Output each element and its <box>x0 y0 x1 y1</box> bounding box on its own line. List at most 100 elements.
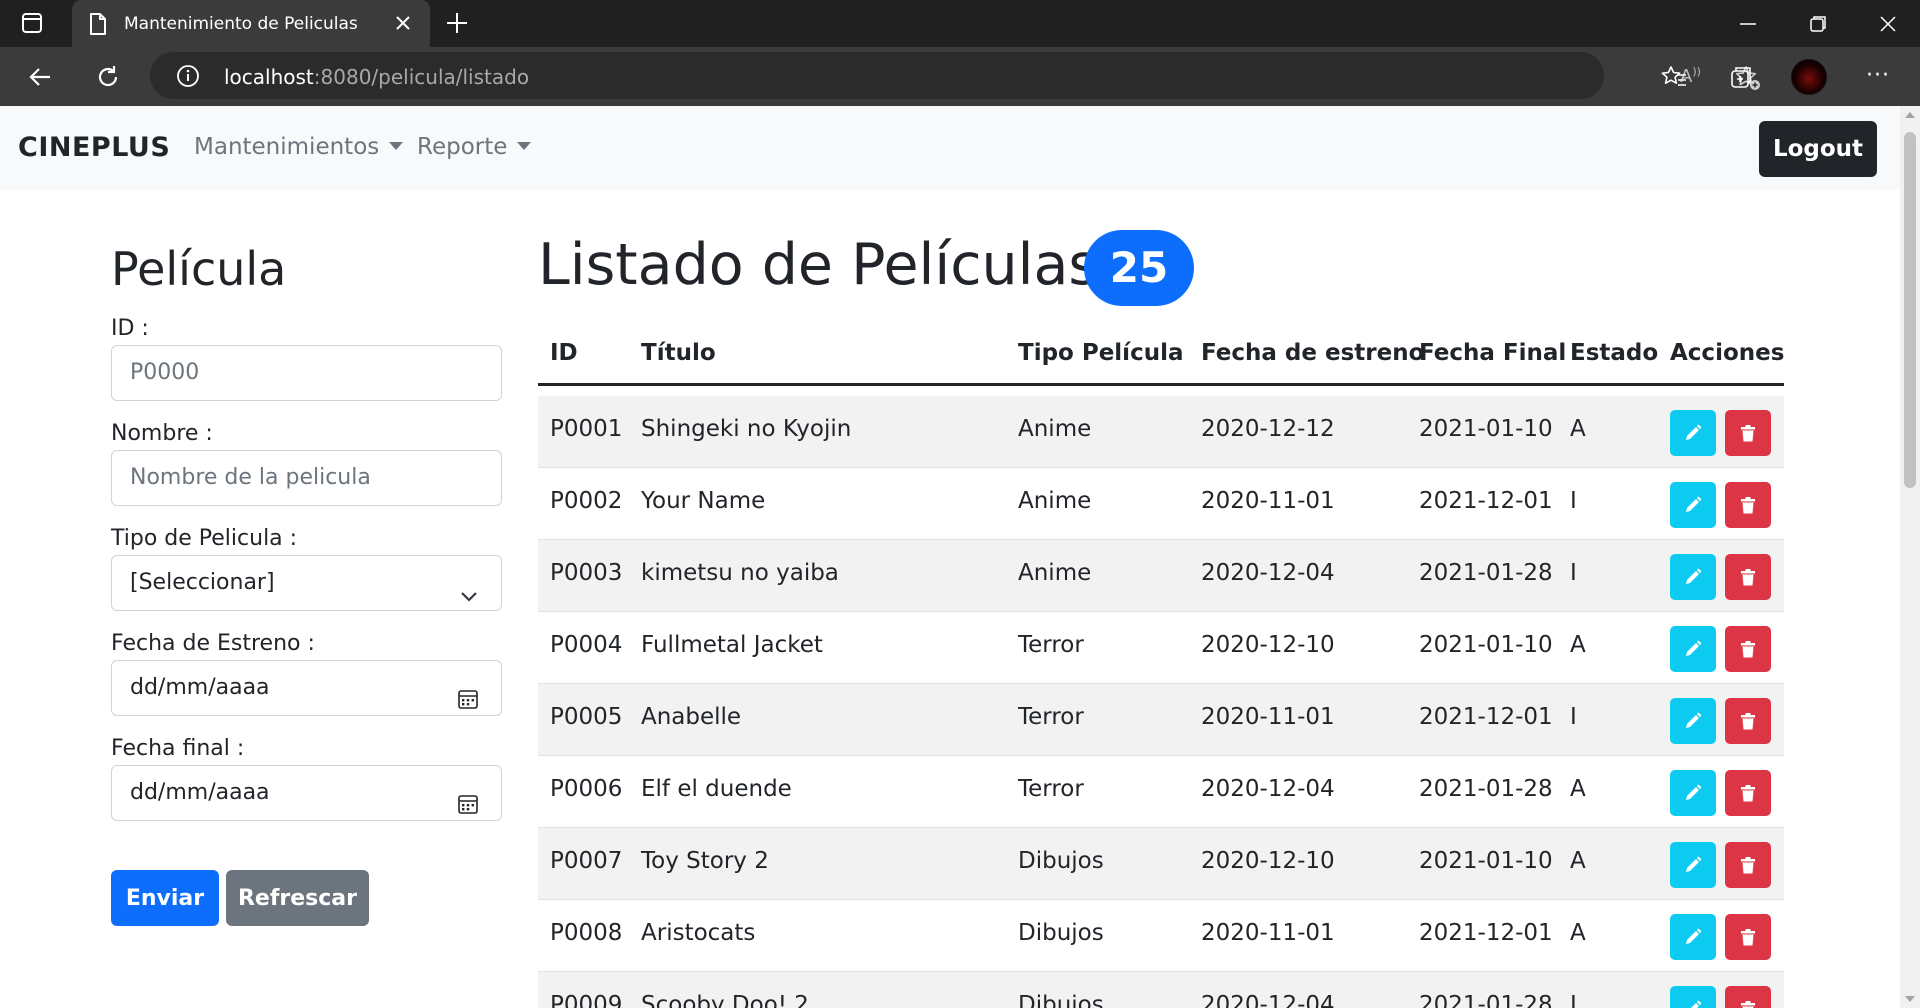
cell-id: P0005 <box>550 704 623 730</box>
header-final: Fecha Final <box>1419 340 1567 366</box>
calendar-icon[interactable] <box>457 677 479 731</box>
final-label: Fecha final : <box>111 736 245 761</box>
nombre-input[interactable]: Nombre de la pelicula <box>111 450 502 506</box>
edit-button[interactable] <box>1670 626 1716 672</box>
tab-actions-icon[interactable] <box>20 11 52 37</box>
window-close-icon[interactable] <box>1877 13 1899 39</box>
delete-button[interactable] <box>1725 626 1771 672</box>
delete-button[interactable] <box>1725 986 1771 1008</box>
collections-icon[interactable] <box>1726 63 1754 95</box>
url-host: localhost <box>224 65 314 89</box>
cell-id: P0001 <box>550 416 623 442</box>
cell-id: P0009 <box>550 992 623 1008</box>
cell-estreno: 2020-12-10 <box>1201 848 1335 874</box>
tipo-select[interactable]: [Seleccionar] <box>111 555 502 611</box>
site-info-icon[interactable] <box>176 64 200 92</box>
cell-id: P0004 <box>550 632 623 658</box>
pencil-icon <box>1686 856 1702 872</box>
profile-avatar[interactable] <box>1791 59 1827 95</box>
calendar-icon[interactable] <box>457 782 479 836</box>
edit-button[interactable] <box>1670 842 1716 888</box>
table-row: P0005 Anabelle Terror 2020-11-01 2021-12… <box>538 684 1784 756</box>
table-row: P0002 Your Name Anime 2020-11-01 2021-12… <box>538 468 1784 540</box>
submit-button[interactable]: Enviar <box>111 870 219 926</box>
page-viewport: CINEPLUS Mantenimientos Reporte Logout P… <box>0 106 1900 1008</box>
edit-button[interactable] <box>1670 914 1716 960</box>
new-tab-icon[interactable] <box>444 10 470 40</box>
header-titulo: Título <box>641 340 716 366</box>
more-options-icon[interactable]: ··· <box>1866 63 1890 88</box>
trash-icon <box>1741 497 1755 514</box>
tipo-label: Tipo de Pelicula : <box>111 526 298 551</box>
restore-icon[interactable] <box>1807 13 1829 39</box>
cell-final: 2021-01-28 <box>1419 992 1553 1008</box>
browser-tab[interactable]: Mantenimiento de Peliculas <box>72 0 430 47</box>
cell-tipo: Terror <box>1018 632 1084 658</box>
delete-button[interactable] <box>1725 914 1771 960</box>
delete-button[interactable] <box>1725 698 1771 744</box>
cell-estreno: 2020-12-12 <box>1201 416 1335 442</box>
reload-icon[interactable] <box>94 63 122 95</box>
edit-button[interactable] <box>1670 770 1716 816</box>
cell-estreno: 2020-12-10 <box>1201 632 1335 658</box>
brand-logo[interactable]: CINEPLUS <box>18 132 170 163</box>
menu-reporte[interactable]: Reporte <box>417 134 532 160</box>
estreno-date-input[interactable]: dd/mm/aaaa <box>111 660 502 716</box>
pencil-icon <box>1686 568 1702 584</box>
close-icon[interactable] <box>392 12 414 38</box>
table-row: P0008 Aristocats Dibujos 2020-11-01 2021… <box>538 900 1784 972</box>
cell-estreno: 2020-11-01 <box>1201 704 1335 730</box>
minimize-icon[interactable] <box>1737 13 1759 39</box>
cell-estreno: 2020-11-01 <box>1201 920 1335 946</box>
edit-button[interactable] <box>1670 410 1716 456</box>
cell-final: 2021-01-10 <box>1419 848 1553 874</box>
cell-final: 2021-12-01 <box>1419 920 1553 946</box>
trash-icon <box>1741 569 1755 586</box>
header-tipo: Tipo Película <box>1018 340 1184 366</box>
cell-final: 2021-12-01 <box>1419 488 1553 514</box>
cell-estado: I <box>1570 704 1577 730</box>
id-input[interactable]: P0000 <box>111 345 502 401</box>
cell-final: 2021-01-28 <box>1419 560 1553 586</box>
edit-button[interactable] <box>1670 554 1716 600</box>
delete-button[interactable] <box>1725 770 1771 816</box>
cell-titulo: Shingeki no Kyojin <box>641 416 852 442</box>
refresh-button[interactable]: Refrescar <box>226 870 369 926</box>
header-estreno: Fecha de estreno <box>1201 340 1425 366</box>
delete-button[interactable] <box>1725 482 1771 528</box>
trash-icon <box>1741 785 1755 802</box>
table-row: P0006 Elf el duende Terror 2020-12-04 20… <box>538 756 1784 828</box>
edit-button[interactable] <box>1670 986 1716 1008</box>
delete-button[interactable] <box>1725 554 1771 600</box>
cell-tipo: Anime <box>1018 488 1092 514</box>
menu-mantenimientos[interactable]: Mantenimientos <box>194 134 404 160</box>
final-date-input[interactable]: dd/mm/aaaa <box>111 765 502 821</box>
table-row: P0004 Fullmetal Jacket Terror 2020-12-10… <box>538 612 1784 684</box>
form-title: Película <box>111 242 287 296</box>
delete-button[interactable] <box>1725 410 1771 456</box>
url-field[interactable]: localhost:8080/pelicula/listado A)) <box>150 52 1760 99</box>
cell-tipo: Terror <box>1018 704 1084 730</box>
favorites-icon[interactable] <box>1660 63 1688 95</box>
page-scrollbar[interactable] <box>1900 106 1920 1008</box>
edit-button[interactable] <box>1670 698 1716 744</box>
scroll-up-arrow-icon[interactable] <box>1905 112 1915 118</box>
delete-button[interactable] <box>1725 842 1771 888</box>
tipo-selected-value: [Seleccionar] <box>130 570 275 595</box>
table-header: ID Título Tipo Película Fecha de estreno… <box>538 318 1784 386</box>
chevron-down-icon <box>459 573 479 627</box>
cell-final: 2021-01-10 <box>1419 416 1553 442</box>
cell-titulo: Elf el duende <box>641 776 792 802</box>
back-arrow-icon[interactable] <box>26 63 54 95</box>
nombre-label: Nombre : <box>111 421 213 446</box>
cell-final: 2021-01-10 <box>1419 632 1553 658</box>
edit-button[interactable] <box>1670 482 1716 528</box>
scrollbar-thumb[interactable] <box>1904 132 1916 488</box>
cell-titulo: Aristocats <box>641 920 756 946</box>
cell-tipo: Anime <box>1018 416 1092 442</box>
pencil-icon <box>1686 784 1702 800</box>
scroll-down-arrow-icon[interactable] <box>1905 996 1915 1002</box>
logout-button[interactable]: Logout <box>1759 121 1877 177</box>
cell-estreno: 2020-12-04 <box>1201 560 1335 586</box>
cell-final: 2021-12-01 <box>1419 704 1553 730</box>
